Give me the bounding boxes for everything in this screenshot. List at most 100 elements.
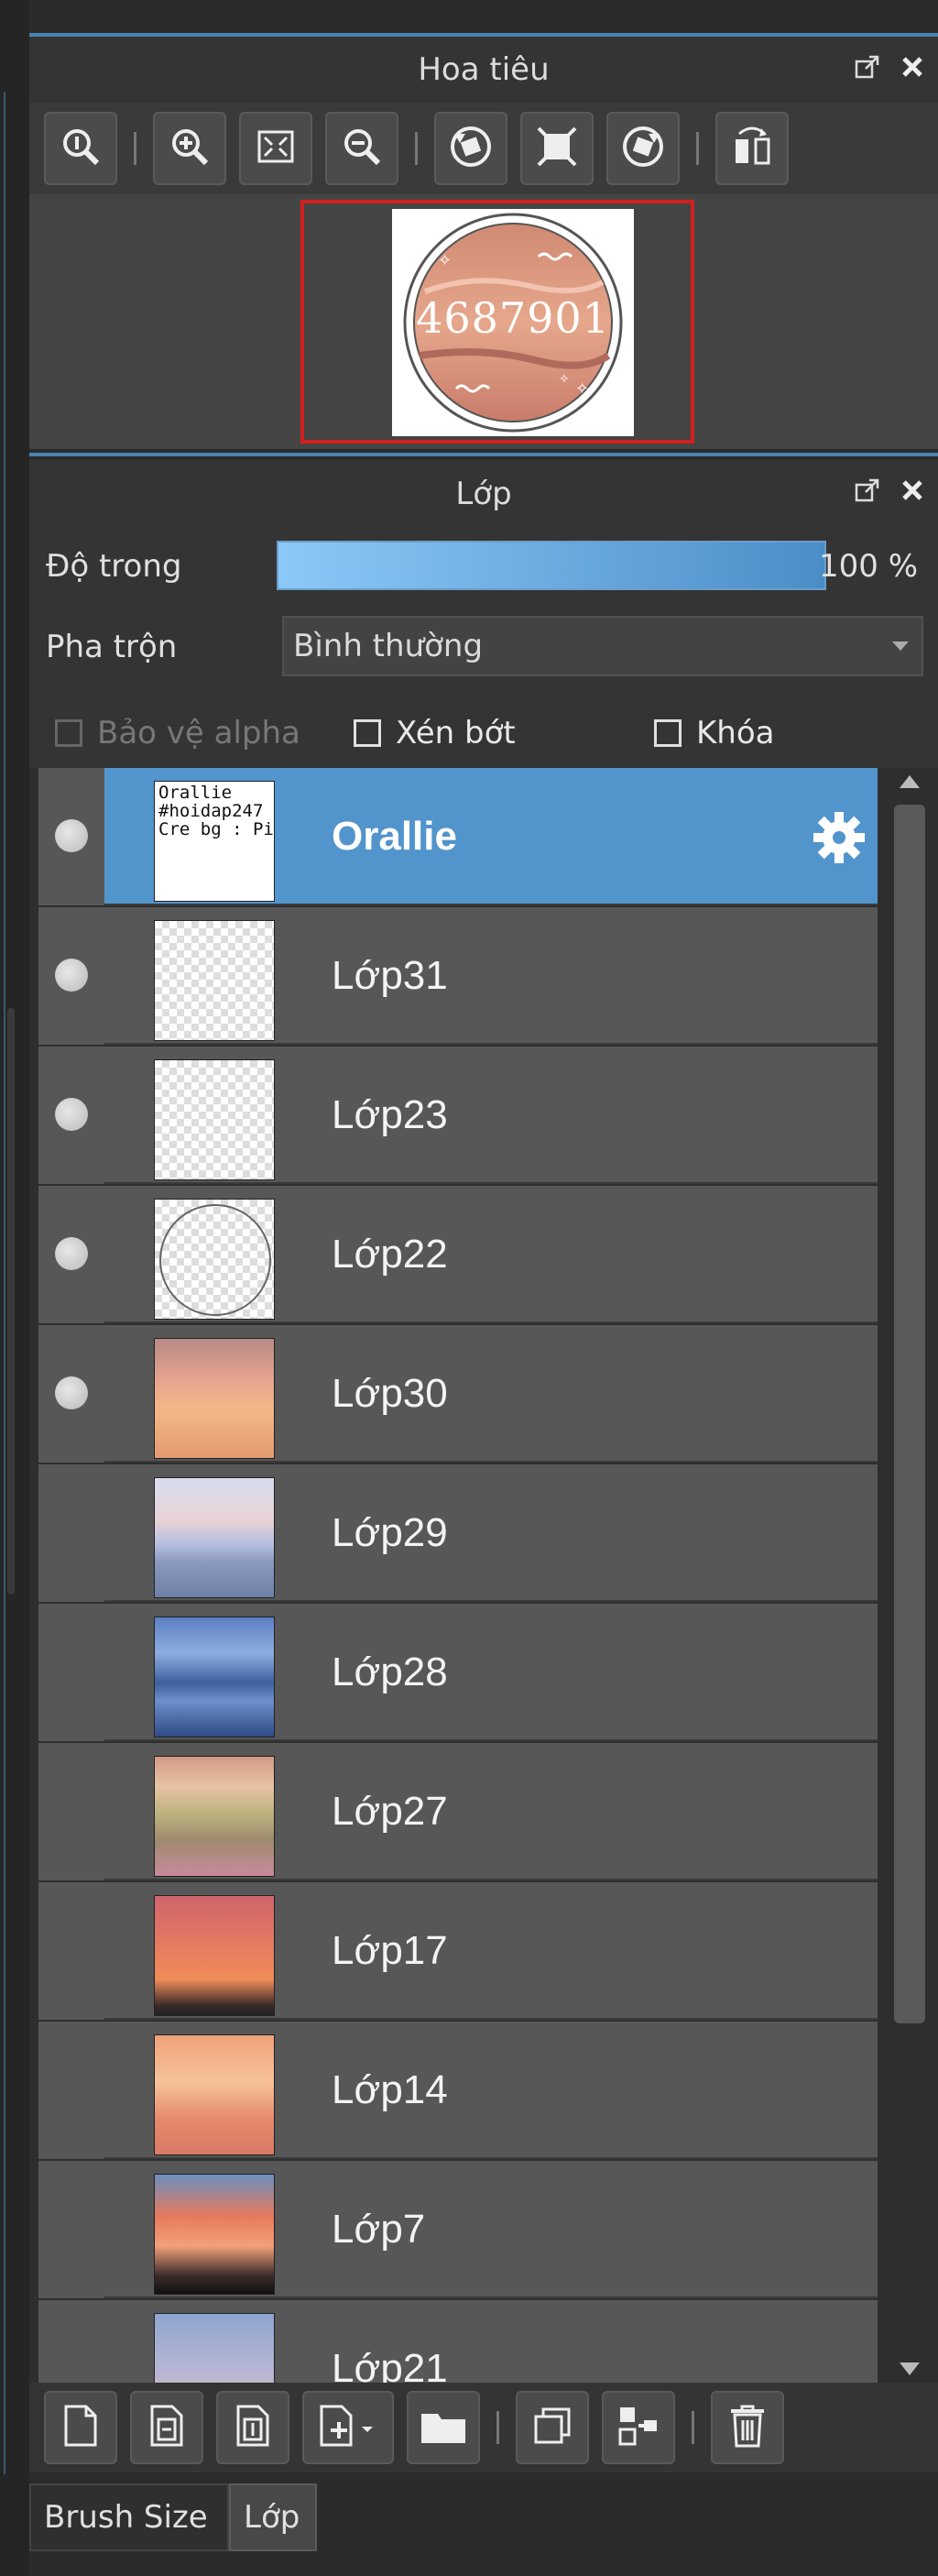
blend-label: Pha trộn (46, 629, 178, 665)
layer-row[interactable]: Lớp23 (38, 1047, 878, 1184)
rotate-right-button[interactable] (606, 112, 680, 185)
blend-mode-select[interactable]: Bình thường (282, 616, 923, 676)
reset-view-icon (533, 123, 581, 174)
flip-horizontal-button[interactable] (715, 112, 789, 185)
opacity-slider[interactable] (277, 541, 826, 590)
blend-mode-value: Bình thường (293, 628, 484, 664)
clip-label: Xén bớt (396, 715, 516, 751)
close-icon[interactable] (900, 54, 925, 80)
fit-screen-icon (254, 125, 298, 172)
duplicate-layer-button[interactable] (516, 2391, 589, 2464)
new-layer-button[interactable] (44, 2391, 117, 2464)
actual-size-button[interactable] (44, 112, 117, 185)
fit-screen-button[interactable] (239, 112, 312, 185)
layer-row[interactable]: Lớp29 (38, 1464, 878, 1602)
new-page-icon (60, 2403, 101, 2452)
layer-thumbnail (154, 1617, 275, 1737)
layer-scrollbar[interactable] (887, 768, 933, 2383)
gear-icon[interactable] (810, 808, 868, 871)
visibility-toggle[interactable] (38, 2161, 104, 2298)
layer-list: Orallie #hoidap247 Cre bg : Pin Orallie Lớ… (29, 768, 938, 2383)
undock-icon[interactable] (854, 53, 881, 81)
layer-row[interactable]: Lớp31 (38, 907, 878, 1045)
layer-row[interactable]: Lớp7 (38, 2161, 878, 2298)
layer-thumbnail (154, 2034, 275, 2155)
scroll-down-icon[interactable] (900, 2362, 920, 2375)
protect-alpha-checkbox[interactable]: Bảo vệ alpha (55, 715, 300, 751)
svg-text:✧: ✧ (559, 372, 570, 387)
layer-name: Lớp30 (332, 1371, 448, 1416)
clip-checkbox[interactable]: Xén bớt (354, 715, 516, 751)
layer-thumbnail (154, 2313, 275, 2383)
scroll-up-icon[interactable] (900, 775, 920, 788)
tab-layer[interactable]: Lớp (229, 2483, 317, 2551)
visibility-toggle[interactable] (38, 1325, 104, 1463)
layer-thumbnail (154, 2174, 275, 2295)
visibility-toggle[interactable] (38, 1047, 104, 1184)
visibility-dot-icon (55, 1376, 88, 1409)
layer-row[interactable]: Lớp22 (38, 1186, 878, 1323)
visibility-toggle[interactable] (38, 768, 104, 905)
opacity-value: 100 % (819, 548, 919, 585)
visibility-toggle[interactable] (38, 2022, 104, 2159)
visibility-dot-icon (55, 1237, 88, 1270)
layer-row[interactable]: Lớp17 (38, 1882, 878, 2020)
zoom-out-icon (340, 125, 384, 172)
layer-thumbnail: Orallie #hoidap247 Cre bg : Pin (154, 781, 275, 902)
reset-view-button[interactable] (520, 112, 594, 185)
left-scroll-handle[interactable] (7, 1008, 15, 1595)
canvas-thumbnail: ✧ ✧ ✧ 4687901 (392, 209, 634, 436)
visibility-toggle[interactable] (38, 1186, 104, 1323)
layer-thumbnail (154, 1059, 275, 1180)
layer-row[interactable]: Orallie #hoidap247 Cre bg : Pin Orallie (38, 768, 878, 905)
zoom-out-button[interactable] (325, 112, 398, 185)
visibility-toggle[interactable] (38, 2300, 104, 2383)
lock-checkbox[interactable]: Khóa (654, 715, 774, 751)
visibility-toggle[interactable] (38, 907, 104, 1045)
layer-thumbnail (154, 1477, 275, 1598)
layer-row[interactable]: Lớp28 (38, 1604, 878, 1741)
scroll-thumb[interactable] (894, 805, 925, 2023)
visibility-toggle[interactable] (38, 1464, 104, 1602)
navigator-preview[interactable]: ✧ ✧ ✧ 4687901 (29, 194, 938, 449)
layer-row[interactable]: Lớp21 (38, 2300, 878, 2383)
rotate-left-icon (447, 123, 495, 174)
new-8bit-layer-button[interactable] (130, 2391, 203, 2464)
svg-text:✧: ✧ (575, 379, 589, 399)
layer-name: Lớp14 (332, 2067, 448, 2112)
tab-brush-size[interactable]: Brush Size (29, 2483, 229, 2551)
layer-row[interactable]: Lớp14 (38, 2022, 878, 2159)
zoom-in-button[interactable] (153, 112, 226, 185)
visibility-toggle[interactable] (38, 1743, 104, 1880)
visibility-toggle[interactable] (38, 1604, 104, 1741)
rotate-right-icon (619, 123, 667, 174)
layer-name: Lớp7 (332, 2207, 426, 2252)
chevron-down-icon (892, 641, 909, 651)
opacity-label: Độ trong (46, 548, 182, 585)
new-folder-button[interactable] (407, 2391, 480, 2464)
checkbox-box (354, 719, 381, 747)
viewport-frame[interactable]: ✧ ✧ ✧ 4687901 (300, 200, 694, 444)
add-layer-menu-button[interactable] (302, 2391, 394, 2464)
zoom-in-icon (168, 125, 212, 172)
layer-thumbnail (154, 1895, 275, 2016)
layer-row[interactable]: Lớp27 (38, 1743, 878, 1880)
close-icon[interactable] (900, 477, 925, 503)
rotate-left-button[interactable] (434, 112, 507, 185)
layer-name: Lớp28 (332, 1650, 448, 1694)
layer-name: Orallie (332, 814, 457, 859)
layer-thumbnail (154, 1338, 275, 1459)
layer-panel-header: Lớp (29, 460, 938, 528)
undock-icon[interactable] (854, 477, 881, 504)
merge-layer-button[interactable] (602, 2391, 675, 2464)
layer-row[interactable]: Lớp30 (38, 1325, 878, 1463)
folder-icon (418, 2405, 469, 2450)
new-1bit-layer-button[interactable] (216, 2391, 289, 2464)
layer-name: Lớp22 (332, 1232, 448, 1277)
navigator-title: Hoa tiêu (418, 51, 550, 88)
delete-layer-button[interactable] (711, 2391, 784, 2464)
layer-name: Lớp23 (332, 1092, 448, 1137)
duplicate-icon (530, 2404, 574, 2451)
layer-name: Lớp27 (332, 1789, 448, 1834)
visibility-toggle[interactable] (38, 1882, 104, 2020)
